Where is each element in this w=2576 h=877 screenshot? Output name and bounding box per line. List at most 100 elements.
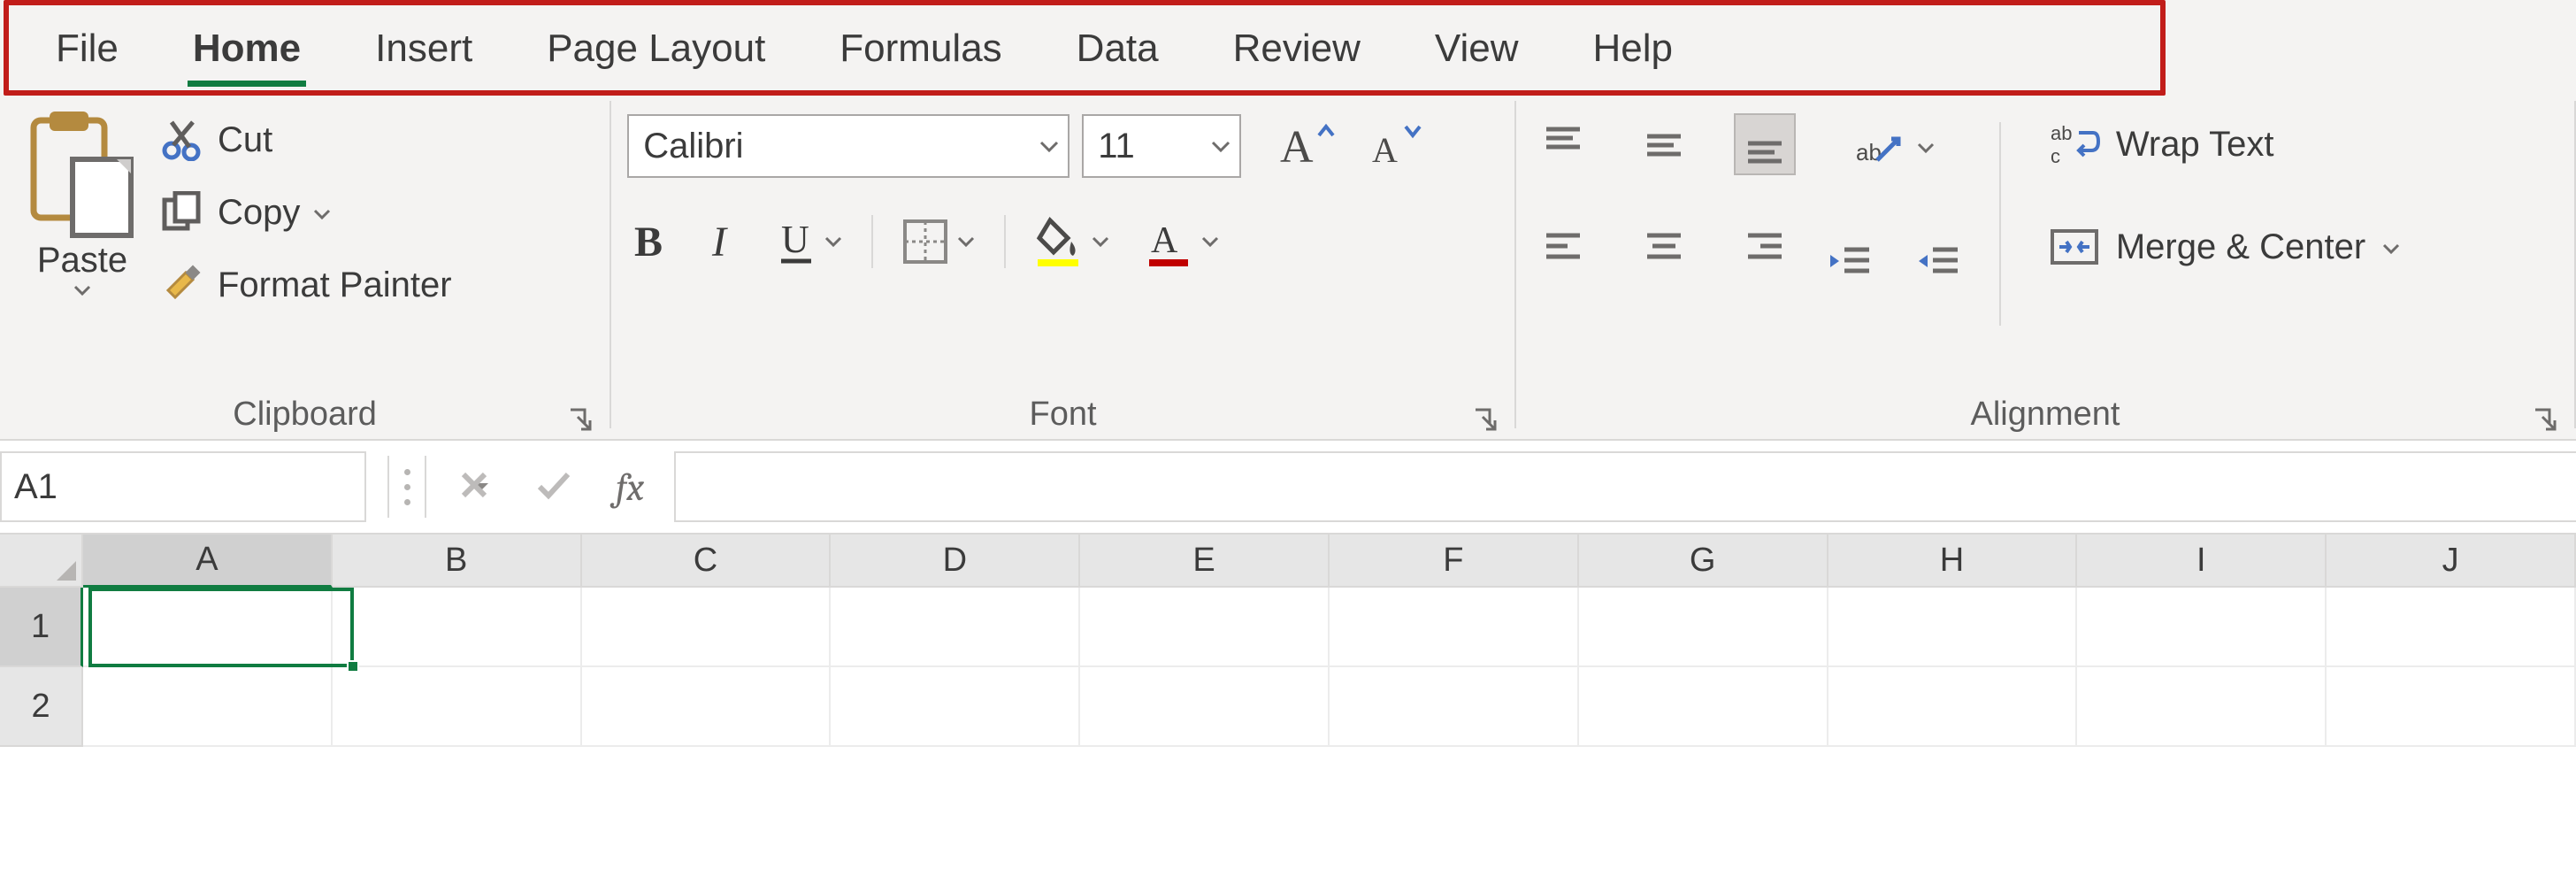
separator <box>1999 122 2001 326</box>
tab-home[interactable]: Home <box>186 23 308 74</box>
align-left-button[interactable] <box>1532 216 1594 278</box>
svg-text:B: B <box>634 219 663 265</box>
enter-formula-button[interactable] <box>534 467 573 507</box>
cell-I2[interactable] <box>2077 667 2327 747</box>
x-icon <box>456 467 492 503</box>
row-header-1[interactable]: 1 <box>0 588 83 667</box>
copy-label: Copy <box>218 193 300 233</box>
cell-I1[interactable] <box>2077 588 2327 667</box>
group-clipboard: Paste Cut <box>0 96 610 439</box>
column-header-F[interactable]: F <box>1330 535 1579 588</box>
bold-icon: B <box>632 217 671 266</box>
orientation-button[interactable]: ab <box>1851 119 1936 181</box>
cell-B2[interactable] <box>333 667 582 747</box>
tab-view[interactable]: View <box>1428 23 1526 74</box>
fill-color-icon <box>1034 215 1084 268</box>
cut-button[interactable]: Cut <box>159 113 452 166</box>
paste-dropdown-icon[interactable] <box>73 281 92 304</box>
copy-dropdown-icon[interactable] <box>312 193 332 233</box>
select-all-button[interactable] <box>0 535 83 588</box>
chevron-down-icon <box>1091 232 1110 251</box>
row-header-2[interactable]: 2 <box>0 667 83 747</box>
cell-D2[interactable] <box>831 667 1080 747</box>
clipboard-dialog-launcher[interactable] <box>567 404 594 430</box>
cell-J1[interactable] <box>2327 588 2576 667</box>
font-size-value: 11 <box>1098 127 1135 166</box>
cell-A1[interactable] <box>83 588 333 667</box>
align-right-button[interactable] <box>1734 216 1796 278</box>
cell-C2[interactable] <box>582 667 832 747</box>
column-header-H[interactable]: H <box>1828 535 2078 588</box>
group-alignment: ab ab <box>1516 96 2574 439</box>
tab-file[interactable]: File <box>49 23 126 74</box>
separator <box>871 215 873 268</box>
fill-color-button[interactable] <box>1029 209 1116 274</box>
svg-text:c: c <box>2051 145 2060 167</box>
wrap-text-icon: ab c <box>2049 120 2100 168</box>
align-middle-button[interactable] <box>1633 113 1695 175</box>
wrap-text-label: Wrap Text <box>2116 125 2274 165</box>
cancel-formula-button[interactable] <box>456 467 492 507</box>
fill-handle[interactable] <box>347 660 359 673</box>
column-header-I[interactable]: I <box>2077 535 2327 588</box>
italic-button[interactable]: I <box>700 209 749 274</box>
cell-F1[interactable] <box>1330 588 1579 667</box>
cell-G1[interactable] <box>1579 588 1828 667</box>
font-size-combo[interactable]: 11 <box>1082 114 1241 178</box>
merge-center-icon <box>2049 226 2100 268</box>
tab-page-layout[interactable]: Page Layout <box>540 23 772 74</box>
tab-data[interactable]: Data <box>1070 23 1166 74</box>
copy-button[interactable]: Copy <box>159 186 452 239</box>
column-header-A[interactable]: A <box>83 535 333 588</box>
cell-H1[interactable] <box>1828 588 2078 667</box>
column-header-J[interactable]: J <box>2327 535 2576 588</box>
cell-A2[interactable] <box>83 667 333 747</box>
decrease-font-size-button[interactable]: A <box>1367 113 1430 179</box>
underline-button[interactable]: U <box>772 209 848 274</box>
resize-handle[interactable] <box>389 469 425 505</box>
column-header-E[interactable]: E <box>1080 535 1330 588</box>
tab-help[interactable]: Help <box>1585 23 1680 74</box>
font-name-combo[interactable]: Calibri <box>627 114 1070 178</box>
tab-formulas[interactable]: Formulas <box>832 23 1008 74</box>
wrap-text-button[interactable]: ab c Wrap Text <box>2049 119 2401 170</box>
svg-text:A: A <box>1280 122 1314 173</box>
column-header-B[interactable]: B <box>333 535 582 588</box>
align-top-button[interactable] <box>1532 113 1594 175</box>
column-header-G[interactable]: G <box>1579 535 1828 588</box>
cell-E1[interactable] <box>1080 588 1330 667</box>
cell-D1[interactable] <box>831 588 1080 667</box>
tab-insert[interactable]: Insert <box>368 23 479 74</box>
borders-button[interactable] <box>896 209 981 274</box>
font-color-button[interactable]: A <box>1138 209 1225 274</box>
cell-B1[interactable] <box>333 588 582 667</box>
font-dialog-launcher[interactable] <box>1472 404 1499 430</box>
cell-E2[interactable] <box>1080 667 1330 747</box>
column-header-C[interactable]: C <box>582 535 832 588</box>
scissors-icon <box>159 119 205 161</box>
increase-font-size-button[interactable]: A <box>1275 113 1340 179</box>
column-header-D[interactable]: D <box>831 535 1080 588</box>
cell-J2[interactable] <box>2327 667 2576 747</box>
cell-H2[interactable] <box>1828 667 2078 747</box>
cell-G2[interactable] <box>1579 667 1828 747</box>
bold-button[interactable]: B <box>627 209 677 274</box>
align-center-button[interactable] <box>1633 216 1695 278</box>
cell-F2[interactable] <box>1330 667 1579 747</box>
copy-icon <box>159 191 205 234</box>
decrease-indent-button[interactable] <box>1822 230 1875 292</box>
italic-icon: I <box>705 217 744 266</box>
formula-input-box[interactable] <box>674 451 2576 522</box>
formula-input[interactable] <box>688 466 2564 508</box>
increase-indent-button[interactable] <box>1911 230 1964 292</box>
merge-center-button[interactable]: Merge & Center <box>2049 221 2401 273</box>
alignment-dialog-launcher[interactable] <box>2532 404 2558 430</box>
cell-C1[interactable] <box>582 588 832 667</box>
tab-review[interactable]: Review <box>1226 23 1368 74</box>
align-bottom-button[interactable] <box>1734 113 1796 175</box>
name-box[interactable] <box>0 451 366 522</box>
insert-function-button[interactable]: fx <box>616 465 644 510</box>
paste-button[interactable]: Paste <box>16 104 149 304</box>
chevron-down-icon <box>956 232 976 251</box>
format-painter-button[interactable]: Format Painter <box>159 258 452 312</box>
